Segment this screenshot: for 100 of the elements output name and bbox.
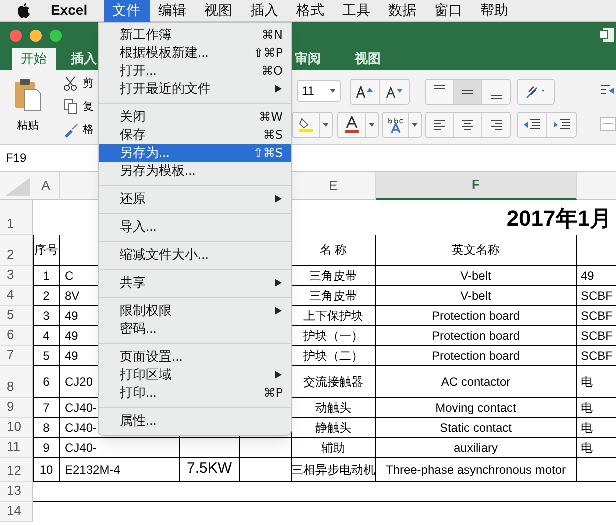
decrease-indent-button[interactable]	[518, 113, 547, 137]
row-header[interactable]: 8	[0, 366, 33, 398]
table-cell: 2	[33, 286, 60, 306]
menu-item[interactable]: 缩减文件大小...	[99, 246, 291, 264]
table-cell: 英文名称	[376, 235, 577, 266]
table-cell: 3	[33, 306, 60, 326]
table-cell: V-belt	[376, 286, 577, 306]
phonetic-button[interactable]	[383, 113, 409, 137]
table-cell: 电	[577, 438, 616, 458]
letter-a-underline-icon	[344, 116, 360, 134]
row-header[interactable]: 14	[0, 502, 33, 522]
menu-item[interactable]: 打开最近的文件	[99, 80, 291, 98]
row-header[interactable]: 7	[0, 346, 33, 366]
vertical-align-button[interactable]	[426, 80, 454, 104]
menu-item[interactable]: 保存 ⌘S	[99, 126, 291, 144]
menu-item[interactable]: 关闭 ⌘W	[99, 108, 291, 126]
decrease-font-button[interactable]	[380, 80, 409, 104]
row-header[interactable]: 1	[0, 200, 33, 235]
increase-font-button[interactable]	[351, 80, 380, 104]
clipboard-icon	[13, 78, 43, 112]
angled-text-icon	[525, 84, 547, 100]
table-cell: 7	[33, 398, 60, 418]
empty-cell	[240, 458, 292, 482]
copy-icon	[63, 99, 79, 116]
menu-bar-item[interactable]: 工具	[334, 0, 380, 22]
menu-bar-item[interactable]: 插入	[242, 0, 288, 22]
align-lines-icon	[434, 85, 445, 89]
column-header[interactable]: F	[376, 172, 577, 200]
table-cell: 辅助	[292, 438, 376, 458]
apple-logo-icon[interactable]	[17, 2, 31, 18]
table-cell: SCBF	[577, 306, 616, 326]
row-header[interactable]: 5	[0, 306, 33, 326]
menu-item[interactable]: 打开... ⌘O	[99, 62, 291, 80]
align-center-button[interactable]	[454, 113, 482, 137]
row-header[interactable]: 2	[0, 235, 33, 266]
menu-bar-item[interactable]: 格式	[288, 0, 334, 22]
table-cell: 49	[577, 266, 616, 286]
table-cell: 电	[577, 366, 616, 398]
align-lines-icon	[490, 95, 502, 99]
row-header[interactable]: 9	[0, 398, 33, 418]
empty-cell	[180, 438, 240, 458]
phonetic-guide-icon	[386, 116, 404, 134]
align-right-button[interactable]	[482, 113, 510, 137]
menu-bar-item[interactable]: 窗口	[426, 0, 472, 22]
row-header[interactable]: 10	[0, 418, 33, 438]
menu-item[interactable]: 新工作簿 ⌘N	[99, 26, 291, 44]
vertical-align-button[interactable]	[482, 80, 510, 104]
font-shrink-icon	[386, 86, 404, 98]
paste-button[interactable]: 粘贴	[8, 78, 48, 140]
font-color-dropdown[interactable]	[366, 113, 378, 137]
align-left-button[interactable]	[426, 113, 454, 137]
menu-bar-item[interactable]: 帮助	[472, 0, 518, 22]
dropdown-arrow-icon	[330, 89, 336, 93]
minimize-button[interactable]	[30, 30, 42, 42]
row-header[interactable]: 12	[0, 458, 33, 482]
align-left-icon	[431, 118, 448, 132]
row-header[interactable]: 13	[0, 482, 33, 502]
table-cell: 10	[33, 458, 60, 482]
increase-indent-button[interactable]	[547, 113, 576, 137]
table-cell: auxiliary	[376, 438, 577, 458]
row-header[interactable]: 4	[0, 286, 33, 306]
menu-bar-item[interactable]: 数据	[380, 0, 426, 22]
align-center-icon	[459, 118, 476, 132]
table-cell: 7.5KW	[180, 458, 240, 482]
table-cell: E2132M-4	[60, 458, 180, 482]
table-cell: Protection board	[376, 326, 577, 346]
font-grow-icon	[356, 86, 374, 98]
table-cell: Protection board	[376, 306, 577, 326]
format-painter-button[interactable]: 格	[63, 122, 94, 138]
menu-item[interactable]: 另存为模板...	[99, 162, 291, 180]
column-header[interactable]: A	[33, 172, 60, 200]
menu-item[interactable]: 根据模板新建... ⇧⌘P	[99, 44, 291, 62]
copy-button[interactable]: 复	[63, 99, 94, 116]
phonetic-dropdown[interactable]	[409, 113, 421, 137]
row-header[interactable]: 6	[0, 326, 33, 346]
fill-color-dropdown[interactable]	[320, 113, 332, 137]
fill-color-button[interactable]	[293, 113, 320, 137]
font-color-button[interactable]	[338, 113, 366, 137]
menu-bar-item[interactable]: 文件	[104, 0, 150, 22]
name-box[interactable]: F19	[6, 149, 66, 167]
table-cell: Three-phase asynchronous motor	[376, 458, 577, 482]
menu-item[interactable]: 另存为... ⇧⌘S	[99, 144, 291, 162]
table-cell: 电	[577, 418, 616, 438]
app-menu[interactable]: Excel	[51, 0, 88, 21]
ribbon-tab[interactable]: 开始	[12, 48, 56, 70]
table-cell: 电	[577, 398, 616, 418]
menu-item[interactable]: 还原	[99, 190, 291, 208]
row-header[interactable]: 11	[0, 438, 33, 458]
menu-bar-item[interactable]: 视图	[196, 0, 242, 22]
table-cell: SCBF	[577, 286, 616, 306]
row-header[interactable]: 3	[0, 266, 33, 286]
font-size-field[interactable]: 11	[297, 80, 341, 102]
table-cell: 4	[33, 326, 60, 346]
ribbon-tab[interactable]: 视图	[346, 48, 390, 70]
zoom-button[interactable]	[50, 30, 62, 42]
menu-item[interactable]: 导入...	[99, 218, 291, 236]
vertical-align-button[interactable]	[454, 80, 482, 104]
cut-button[interactable]: 剪	[63, 76, 94, 92]
merge-cells-icon[interactable]	[600, 117, 616, 131]
menu-bar-item[interactable]: 编辑	[150, 0, 196, 22]
